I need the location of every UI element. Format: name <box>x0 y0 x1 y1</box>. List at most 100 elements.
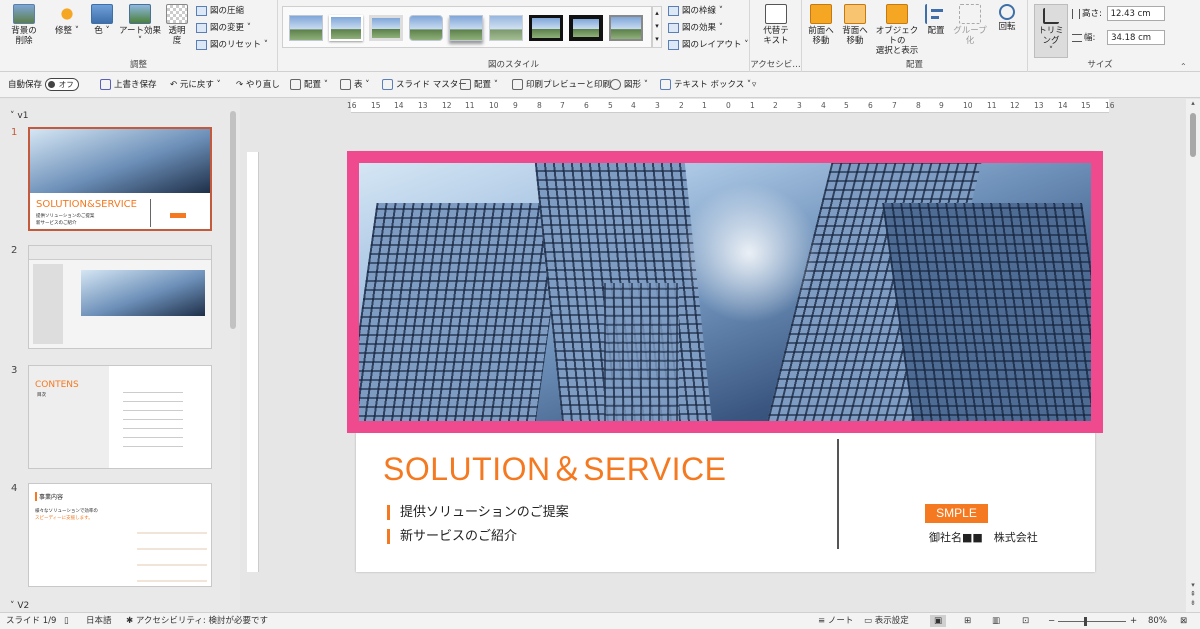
arrange-qat-button[interactable]: 配置 ˅ <box>290 77 328 93</box>
selected-picture[interactable] <box>347 151 1103 433</box>
zoom-in-button[interactable]: + <box>1130 615 1137 627</box>
zoom-level[interactable]: 80% <box>1148 615 1167 627</box>
shapes-button[interactable]: 図形 ˅ <box>610 77 648 93</box>
slide-bullet[interactable]: 新サービスのご紹介 <box>387 529 517 544</box>
slide-thumbnail-1[interactable]: SOLUTION&SERVICE 提供ソリューションのご提案 新サービスのご紹介 <box>28 127 212 231</box>
section-v2[interactable]: ˅ V2 <box>10 601 29 611</box>
ruler-tick-label: 5 <box>608 101 613 110</box>
slide-thumbnail-4[interactable]: 事業内容 様々なソリューションで効率の スピーディーに支援します。 <box>28 483 212 587</box>
thumb-photo <box>81 270 205 316</box>
spell-check-icon[interactable]: ▯ <box>64 615 69 627</box>
customize-qat-icon[interactable]: ▿ <box>752 77 756 93</box>
style-thumb[interactable] <box>369 15 403 41</box>
zoom-slider[interactable] <box>1058 621 1126 622</box>
size-label: サイズ <box>1087 60 1113 70</box>
slide-bullet[interactable]: 提供ソリューションのご提案 <box>387 505 569 520</box>
slideshow-icon[interactable]: ⊡ <box>1022 615 1029 627</box>
slide-sorter-icon[interactable]: ⊞ <box>964 615 971 627</box>
accessibility-label: アクセシビ… <box>750 60 801 70</box>
remove-background-button[interactable]: 背景の 削除 <box>6 4 42 46</box>
picture-layout-button[interactable]: 図のレイアウト ˅ <box>668 38 748 53</box>
thumbnail-scrollbar[interactable] <box>230 111 236 329</box>
width-icon <box>1072 33 1082 42</box>
change-picture-button[interactable]: 図の変更 ˅ <box>196 21 251 36</box>
zoom-out-button[interactable]: − <box>1048 615 1055 627</box>
notes-button[interactable]: ≡ ノート <box>818 615 853 627</box>
arrange-qat-button-2[interactable]: 配置 ˅ <box>460 77 498 93</box>
textbox-button[interactable]: テキスト ボックス ˅ <box>660 77 751 93</box>
style-thumb[interactable] <box>529 15 563 41</box>
ruler-tick-label: 10 <box>489 101 499 110</box>
arrange-group: 前面へ 移動 背面へ 移動 オブジェクトの 選択と表示 配置 グループ化 回転 … <box>802 0 1028 72</box>
slide-title[interactable]: SOLUTION＆SERVICE <box>383 444 727 490</box>
thumb-badge <box>170 213 186 218</box>
thumb-side <box>33 264 63 344</box>
fit-slide-icon[interactable]: ⊠ <box>1180 615 1187 627</box>
picture-border-button[interactable]: 図の枠線 ˅ <box>668 4 723 19</box>
ruler-tick-label: 6 <box>584 101 589 110</box>
style-thumb[interactable] <box>449 15 483 41</box>
rotate-icon <box>999 4 1015 20</box>
style-thumb[interactable] <box>609 15 643 41</box>
collapse-ribbon-icon[interactable]: ⌃ <box>1180 62 1187 71</box>
transparency-button[interactable]: 透明 度 <box>164 4 190 46</box>
sample-badge[interactable]: SMPLE <box>925 504 988 523</box>
selection-pane-button[interactable]: オブジェクトの 選択と表示 <box>872 4 922 56</box>
style-thumb[interactable] <box>489 15 523 41</box>
rotate-button[interactable]: 回転 <box>994 4 1020 32</box>
bring-forward-button[interactable]: 前面へ 移動 <box>806 4 836 46</box>
editor-scrollbar[interactable]: ▴ ▾ ⇞ ⇟ <box>1186 99 1200 612</box>
send-backward-button[interactable]: 背面へ 移動 <box>840 4 870 46</box>
style-thumb[interactable] <box>329 15 363 41</box>
company-name[interactable]: 御社名■■ 株式会社 <box>929 529 1038 545</box>
corrections-button[interactable]: 修整 ˅ <box>50 4 84 36</box>
ruler-tick-label: 9 <box>939 101 944 110</box>
ruler-tick-label: 14 <box>1058 101 1068 110</box>
thumb-title: 事業内容 <box>35 492 63 501</box>
color-button[interactable]: 色 ˅ <box>88 4 116 36</box>
style-thumb[interactable] <box>569 15 603 41</box>
picture-effects-button[interactable]: 図の効果 ˅ <box>668 21 723 36</box>
reading-view-icon[interactable]: ▥ <box>992 615 1000 627</box>
language[interactable]: 日本語 <box>86 615 112 627</box>
redo-button[interactable]: ↷ やり直し <box>236 77 280 93</box>
editor-scroll-thumb[interactable] <box>1190 113 1196 157</box>
autosave[interactable]: 自動保存 オフ <box>8 77 79 93</box>
picture-styles-gallery[interactable] <box>282 6 652 48</box>
display-settings-button[interactable]: ▭ 表示設定 <box>864 615 909 627</box>
height-input[interactable]: 12.43 cm <box>1106 6 1165 21</box>
table-button[interactable]: 表 ˅ <box>340 77 369 93</box>
style-thumb[interactable] <box>289 15 323 41</box>
undo-icon: ↶ <box>170 80 180 90</box>
slide-master-icon <box>382 79 393 90</box>
ruler-tick-label: 2 <box>773 101 778 110</box>
align-button[interactable]: 配置 <box>924 4 948 36</box>
slide-thumbnail-2[interactable] <box>28 245 212 349</box>
accessibility-group: 代替テ キスト アクセシビ… <box>750 0 802 72</box>
artistic-effects-button[interactable]: アート効果 ˅ <box>118 4 162 46</box>
section-v1[interactable]: ˅ v1 <box>10 111 28 121</box>
width-input[interactable]: 34.18 cm <box>1107 30 1166 45</box>
selection-pane-icon <box>886 4 908 24</box>
autosave-toggle[interactable]: オフ <box>44 78 79 91</box>
crop-button[interactable]: トリミング ˅ <box>1034 4 1068 58</box>
slide-thumbnail-pane: ˅ v1 1 SOLUTION&SERVICE 提供ソリューションのご提案 新サ… <box>0 99 240 612</box>
gallery-scroll[interactable]: ▴ ▾ ▾ <box>652 6 662 48</box>
slide-counter: スライド 1/9 <box>6 616 57 626</box>
alt-text-button[interactable]: 代替テ キスト <box>756 4 796 46</box>
accessibility-status[interactable]: ✱ アクセシビリティ: 検討が必要です <box>126 615 268 627</box>
send-backward-icon <box>844 4 866 24</box>
normal-view-icon[interactable]: ▣ <box>930 615 947 627</box>
slide-thumbnail-3[interactable]: CONTENS 目次 <box>28 365 212 469</box>
undo-button[interactable]: ↶ 元に戻す ˅ <box>170 77 221 93</box>
style-thumb[interactable] <box>409 15 443 41</box>
picture-layout-icon <box>668 39 679 50</box>
reset-picture-button[interactable]: 図のリセット ˅ <box>196 38 268 53</box>
print-preview-button[interactable]: 印刷プレビューと印刷 <box>512 77 611 93</box>
compress-pictures-button[interactable]: 図の圧縮 <box>196 4 244 19</box>
slide-master-button[interactable]: スライド マスター <box>382 77 467 93</box>
vertical-ruler <box>247 152 259 572</box>
slide-number: 4 <box>11 483 18 494</box>
save-button[interactable]: 上書き保存 <box>100 77 157 93</box>
zoom-slider-thumb[interactable] <box>1084 617 1087 626</box>
